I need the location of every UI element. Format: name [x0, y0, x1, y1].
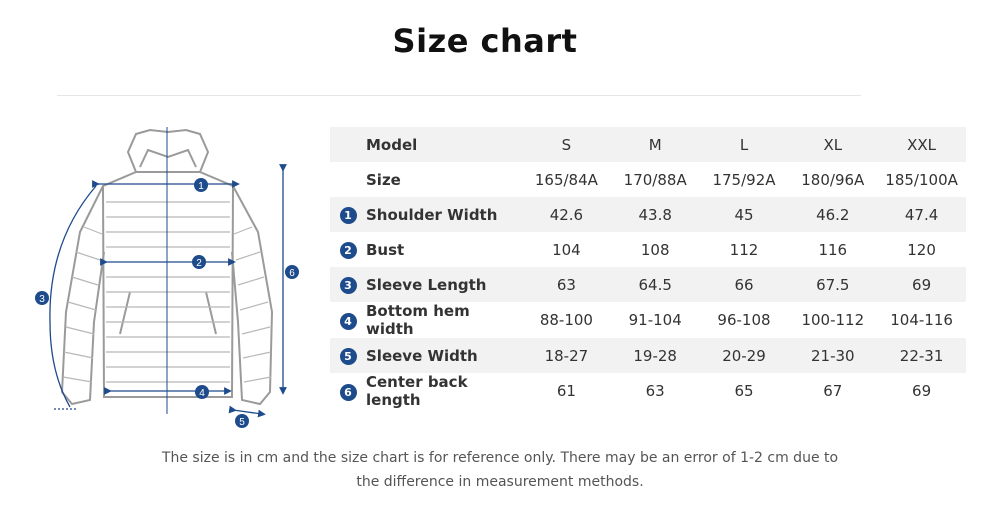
- svg-text:2: 2: [196, 258, 202, 269]
- cell: 42.6: [522, 197, 611, 232]
- cell: 69: [877, 267, 966, 302]
- marker-5: 5: [235, 414, 249, 428]
- page-title: Size chart: [392, 22, 578, 60]
- cell: 67.5: [788, 267, 878, 302]
- table-row: 2 Bust 104 108 112 116 120: [330, 232, 966, 267]
- header-row: Model S M L XL XXL: [330, 127, 966, 162]
- table-row: 6 Center back length 61 63 65 67 69: [330, 373, 966, 409]
- number-badge: 5: [339, 348, 357, 365]
- cell: 65: [699, 373, 789, 409]
- cell: 19-28: [610, 338, 700, 373]
- row-num: 3: [330, 267, 366, 302]
- row-label: Center back length: [366, 373, 522, 409]
- row-label: Sleeve Width: [366, 338, 522, 373]
- cell: 66: [699, 267, 789, 302]
- row-num: [330, 162, 366, 197]
- table-row: 1 Shoulder Width 42.6 43.8 45 46.2 47.4: [330, 197, 966, 232]
- cell: 91-104: [610, 302, 700, 338]
- table-row: 5 Sleeve Width 18-27 19-28 20-29 21-30 2…: [330, 338, 966, 373]
- table-row: 3 Sleeve Length 63 64.5 66 67.5 69: [330, 267, 966, 302]
- cell: 185/100A: [877, 162, 966, 197]
- cell: 104-116: [877, 302, 966, 338]
- cell: 61: [522, 373, 611, 409]
- header-col: XL: [788, 127, 878, 162]
- cell: 46.2: [788, 197, 878, 232]
- table-row: Size 165/84A 170/88A 175/92A 180/96A 185…: [330, 162, 966, 197]
- row-num: 2: [330, 232, 366, 267]
- cell: 180/96A: [788, 162, 878, 197]
- number-badge: 4: [339, 312, 357, 330]
- svg-text:3: 3: [39, 294, 45, 305]
- svg-text:6: 6: [289, 268, 295, 279]
- header-col: L: [699, 127, 789, 162]
- cell: 175/92A: [699, 162, 789, 197]
- cell: 88-100: [522, 302, 611, 338]
- cell: 63: [610, 373, 700, 409]
- row-label: Sleeve Length: [366, 267, 522, 302]
- measure-lines: [49, 164, 287, 418]
- marker-1: 1: [194, 178, 208, 192]
- header-num: [330, 127, 366, 162]
- cell: 170/88A: [610, 162, 700, 197]
- svg-text:4: 4: [199, 388, 205, 399]
- cell: 43.8: [610, 197, 700, 232]
- marker-2: 2: [192, 255, 206, 269]
- row-label: Size: [366, 162, 522, 197]
- number-badge: 1: [339, 207, 357, 224]
- cell: 22-31: [877, 338, 966, 373]
- cell: 96-108: [699, 302, 789, 338]
- cell: 100-112: [788, 302, 878, 338]
- header-col: M: [610, 127, 700, 162]
- row-label: Shoulder Width: [366, 197, 522, 232]
- cell: 165/84A: [522, 162, 611, 197]
- svg-text:1: 1: [198, 181, 204, 192]
- table-row: 4 Bottom hem width 88-100 91-104 96-108 …: [330, 302, 966, 338]
- number-badge: 3: [339, 277, 357, 294]
- cell: 67: [788, 373, 878, 409]
- cell: 20-29: [699, 338, 789, 373]
- title-divider: [57, 95, 861, 96]
- header-col: XXL: [877, 127, 966, 162]
- svg-text:5: 5: [239, 417, 245, 428]
- cell: 21-30: [788, 338, 878, 373]
- cell: 104: [522, 232, 611, 267]
- jacket-diagram: 1 2 3 4 5 6: [35, 127, 299, 428]
- marker-6: 6: [285, 265, 299, 279]
- marker-3: 3: [35, 291, 49, 305]
- cell: 108: [610, 232, 700, 267]
- cell: 69: [877, 373, 966, 409]
- cell: 64.5: [610, 267, 700, 302]
- cell: 63: [522, 267, 611, 302]
- row-num: 6: [330, 373, 366, 409]
- header-label: Model: [366, 127, 522, 162]
- number-badge: 2: [339, 242, 357, 259]
- size-note: The size is in cm and the size chart is …: [161, 450, 839, 490]
- cell: 18-27: [522, 338, 611, 373]
- row-num: 4: [330, 302, 366, 338]
- cell: 47.4: [877, 197, 966, 232]
- row-num: 1: [330, 197, 366, 232]
- cell: 112: [699, 232, 789, 267]
- row-label: Bottom hem width: [366, 302, 522, 338]
- cell: 116: [788, 232, 878, 267]
- row-num: 5: [330, 338, 366, 373]
- cell: 45: [699, 197, 789, 232]
- row-label: Bust: [366, 232, 522, 267]
- cell: 120: [877, 232, 966, 267]
- header-col: S: [522, 127, 611, 162]
- size-table: Model S M L XL XXL Size 165/84A 170/88A …: [330, 127, 966, 409]
- marker-4: 4: [195, 385, 209, 399]
- number-badge: 6: [339, 383, 357, 401]
